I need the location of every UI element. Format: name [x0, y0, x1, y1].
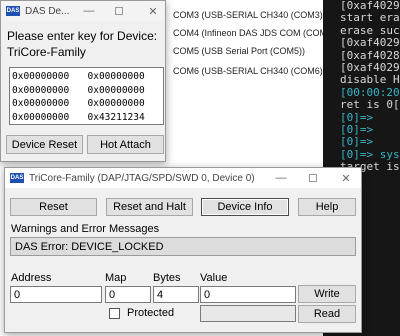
help-button[interactable]: Help: [298, 198, 356, 216]
maximize-icon: [115, 7, 123, 15]
das-app-icon: DAS: [10, 173, 24, 183]
write-button[interactable]: Write: [298, 285, 356, 303]
value-label: Value: [200, 272, 228, 284]
device-name-label: TriCore-Family: [7, 45, 86, 59]
terminal-line: disable Hs: [340, 73, 400, 87]
close-icon: ✕: [148, 5, 158, 18]
maximize-button[interactable]: [103, 1, 135, 21]
com-port-item[interactable]: COM5 (USB Serial Port (COM5)): [173, 46, 305, 56]
close-button[interactable]: ✕: [330, 168, 362, 188]
key-row: 0x00000000 0x43211234: [12, 111, 163, 125]
error-message-box: DAS Error: DEVICE_LOCKED: [10, 237, 356, 256]
close-button[interactable]: ✕: [137, 1, 169, 21]
close-icon: ✕: [341, 172, 351, 185]
hot-attach-button[interactable]: Hot Attach: [87, 135, 164, 154]
terminal-line: [0]=>: [340, 135, 374, 149]
com-port-item[interactable]: COM4 (Infineon DAS JDS COM (COM4)): [173, 28, 323, 38]
map-input[interactable]: 0: [105, 286, 151, 303]
key-row: 0x00000000 0x00000000: [12, 70, 163, 84]
minimize-button[interactable]: —: [265, 168, 297, 188]
key-cell[interactable]: 0x00000000: [12, 70, 88, 84]
key-cell[interactable]: 0x00000000: [88, 70, 164, 84]
address-input[interactable]: 0: [10, 286, 102, 303]
minimize-icon: —: [275, 172, 287, 184]
key-prompt-label: Please enter key for Device:: [7, 29, 158, 43]
title-bar[interactable]: DAS DAS De... — ✕: [1, 1, 165, 21]
map-label: Map: [105, 272, 127, 284]
protected-checkbox[interactable]: [109, 308, 120, 319]
das-key-dialog: DAS DAS De... — ✕ Please enter key for D…: [0, 0, 166, 162]
bytes-input[interactable]: 4: [153, 286, 199, 303]
com-port-item[interactable]: COM6 (USB-SERIAL CH340 (COM6)): [173, 66, 323, 76]
key-cell[interactable]: 0x43211234: [88, 111, 164, 125]
key-row: 0x00000000 0x00000000: [12, 84, 163, 98]
tricore-device-window: DAS TriCore-Family (DAP/JTAG/SPD/SWD 0, …: [4, 167, 362, 333]
key-cell[interactable]: 0x00000000: [12, 84, 88, 98]
minimize-button[interactable]: —: [73, 1, 105, 21]
window-title: DAS De...: [25, 5, 70, 17]
device-info-button[interactable]: Device Info: [201, 198, 289, 216]
maximize-button[interactable]: [297, 168, 329, 188]
bytes-label: Bytes: [153, 272, 181, 284]
address-label: Address: [11, 272, 52, 284]
key-cell[interactable]: 0x00000000: [12, 97, 88, 111]
terminal-line: start eras: [340, 11, 400, 25]
key-cell[interactable]: 0x00000000: [88, 84, 164, 98]
device-reset-button[interactable]: Device Reset: [6, 135, 83, 154]
protected-label: Protected: [127, 307, 175, 319]
key-cell[interactable]: 0x00000000: [12, 111, 88, 125]
maximize-icon: [309, 174, 317, 182]
title-bar[interactable]: DAS TriCore-Family (DAP/JTAG/SPD/SWD 0, …: [5, 168, 361, 188]
key-value-grid[interactable]: 0x00000000 0x00000000 0x00000000 0x00000…: [9, 67, 164, 125]
key-cell[interactable]: 0x00000000: [88, 97, 164, 111]
terminal-line: [0xaf4029: [340, 36, 400, 50]
das-app-icon: DAS: [6, 6, 20, 16]
terminal-line: ret is 0[0: [340, 98, 400, 112]
key-row: 0x00000000 0x00000000: [12, 97, 163, 111]
messages-heading: Warnings and Error Messages: [11, 223, 160, 235]
value-input[interactable]: 0: [200, 286, 296, 303]
window-title: TriCore-Family (DAP/JTAG/SPD/SWD 0, Devi…: [29, 172, 255, 184]
reset-and-halt-button[interactable]: Reset and Halt: [106, 198, 193, 216]
read-output-field[interactable]: [200, 305, 296, 322]
minimize-icon: —: [83, 5, 95, 17]
read-button[interactable]: Read: [298, 305, 356, 323]
reset-button[interactable]: Reset: [10, 198, 97, 216]
com-port-item[interactable]: COM3 (USB-SERIAL CH340 (COM3)): [173, 10, 323, 20]
